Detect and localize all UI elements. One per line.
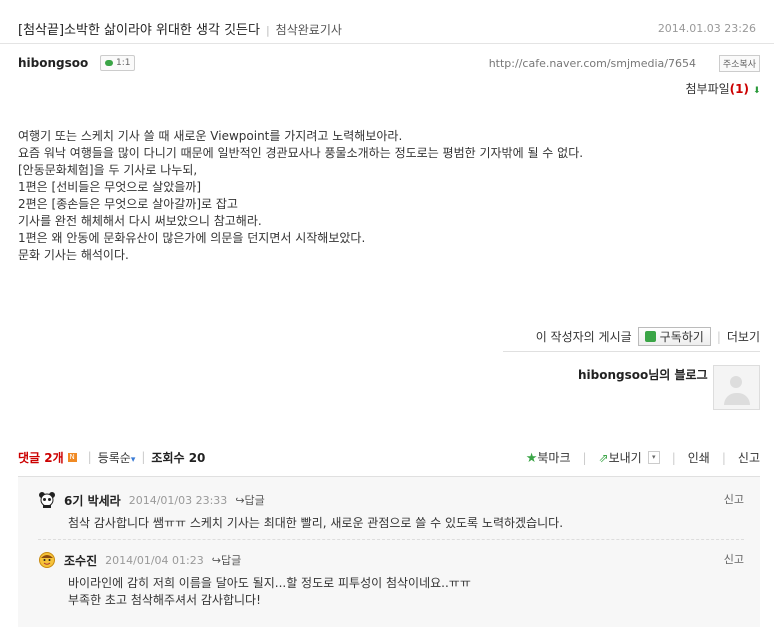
avatar[interactable] <box>713 365 760 410</box>
comment-line: 부족한 초고 첨삭해주셔서 감사합니다! <box>68 593 261 607</box>
view-count: 조회수 20 <box>151 450 206 465</box>
comment-count[interactable]: 댓글 2개 <box>18 449 64 466</box>
comment-header: 조수진 2014/01/04 01:23 ↪답글 <box>38 551 744 569</box>
subscribe-button[interactable]: 구독하기 <box>637 327 711 346</box>
divider <box>38 539 744 541</box>
post-body: 여행기 또는 스케치 기사 쓸 때 새로운 Viewpoint를 가지려고 노력… <box>18 128 583 264</box>
chat-badge[interactable]: 1:1 <box>100 55 136 71</box>
attachment-link[interactable]: 첨부파일(1) ⬇ <box>686 80 761 97</box>
writer-posts-label: 이 작성자의 게시글 <box>535 330 632 344</box>
print-button[interactable]: 인쇄 <box>688 449 710 466</box>
comment-toolbar: 댓글 2개 N | 등록순▾ | 조회수 20 ★북마크 | ⇗보내기 ▾ | … <box>18 447 760 467</box>
report-button[interactable]: 신고 <box>738 449 760 466</box>
post-category[interactable]: 첨삭완료기사 <box>276 23 342 37</box>
share-icon: ⇗ <box>598 451 609 465</box>
divider: | <box>87 450 92 464</box>
bookmark-button[interactable]: ★북마크 <box>526 449 571 466</box>
divider <box>0 43 774 44</box>
comment-line: 바이라인에 감히 저희 이름을 달아도 될지...할 정도로 피투성이 첨삭이네… <box>68 576 471 590</box>
comment-date: 2014/01/03 23:33 <box>128 493 228 507</box>
rss-icon <box>644 331 656 342</box>
comment-text: 바이라인에 감히 저희 이름을 달아도 될지...할 정도로 피투성이 첨삭이네… <box>68 575 744 609</box>
sort-dropdown[interactable]: 등록순▾ <box>98 449 136 466</box>
body-line: 요즘 워낙 여행들을 많이 다니기 때문에 일반적인 경관묘사나 풍물소개하는 … <box>18 146 584 160</box>
body-line: 1편은 [선비들은 무엇으로 살았을까] <box>18 180 202 194</box>
copy-url-button[interactable]: 주소복사 <box>718 55 760 72</box>
body-line: 기사를 완전 해체해서 다시 써보았으니 참고해라. <box>18 214 262 228</box>
writer-posts-bar: 이 작성자의 게시글 구독하기 | 더보기 <box>536 327 760 346</box>
send-dropdown-icon[interactable]: ▾ <box>647 451 660 464</box>
reply-link[interactable]: ↪답글 <box>235 492 264 508</box>
commenter-name[interactable]: 조수진 <box>64 552 97 569</box>
action-links: ★북마크 | ⇗보내기 ▾ | 인쇄 | 신고 <box>526 449 760 467</box>
divider: | <box>141 450 146 464</box>
post-title-row: [첨삭끝]소박한 삶이라야 위대한 생각 깃든다 | 첨삭완료기사 <box>18 19 342 38</box>
face-icon <box>39 552 55 568</box>
comment-text: 첨삭 감사합니다 쌤ㅠㅠ 스케치 기사는 최대한 빨리, 새로운 관점으로 쓸 … <box>68 516 564 530</box>
comment-date: 2014/01/04 01:23 <box>105 553 204 567</box>
body-line: [안동문화체험]을 두 기사로 나누되, <box>18 163 198 177</box>
body-line: 1편은 왜 안동에 문화유산이 많은가에 의문을 던지면서 시작해보았다. <box>18 231 366 245</box>
comment-report-link[interactable]: 신고 <box>724 491 744 507</box>
reply-link[interactable]: ↪답글 <box>212 552 241 568</box>
sort-label: 등록순 <box>97 450 131 465</box>
download-icon: ⬇ <box>753 86 761 96</box>
chat-bubble-icon <box>105 60 113 66</box>
title-divider: | <box>265 24 270 37</box>
subscribe-label: 구독하기 <box>659 330 704 344</box>
comment-header: 6기 박세라 2014/01/03 23:33 ↪답글 <box>38 491 744 509</box>
comment-item: 조수진 2014/01/04 01:23 ↪답글 신고 바이라인에 감히 저희 … <box>38 551 744 609</box>
send-label: 보내기 <box>608 451 642 465</box>
author-name[interactable]: hibongsoo <box>18 56 88 70</box>
divider: | <box>716 329 721 344</box>
more-link[interactable]: 더보기 <box>727 328 760 345</box>
post-date: 2014.01.03 23:26 <box>657 22 756 35</box>
avatar-body <box>723 393 750 405</box>
star-icon: ★ <box>525 451 538 466</box>
body-line: 2편은 [종손들은 무엇으로 살아갈까]로 잡고 <box>18 197 238 211</box>
post-url[interactable]: http://cafe.naver.com/smjmedia/7654 <box>489 57 696 70</box>
attachment-label: 첨부파일 <box>685 82 730 96</box>
comment-item: 6기 박세라 2014/01/03 23:33 ↪답글 신고 첨삭 감사합니다 … <box>38 491 744 532</box>
post-title: [첨삭끝]소박한 삶이라야 위대한 생각 깃든다 <box>18 23 260 38</box>
bookmark-label: 북마크 <box>537 451 571 465</box>
comment-list: 6기 박세라 2014/01/03 23:33 ↪답글 신고 첨삭 감사합니다 … <box>18 476 760 627</box>
body-line: 문화 기사는 해석이다. <box>18 248 129 262</box>
body-line: 여행기 또는 스케치 기사 쓸 때 새로운 Viewpoint를 가지려고 노력… <box>18 129 403 143</box>
comment-report-link[interactable]: 신고 <box>724 551 744 567</box>
blog-link[interactable]: hibongsoo님의 블로그 <box>578 366 708 383</box>
chat-badge-label: 1:1 <box>116 58 131 68</box>
divider: | <box>721 450 726 465</box>
divider <box>503 351 760 352</box>
avatar-head <box>730 376 742 388</box>
divider: | <box>671 450 676 465</box>
attachment-count: (1) <box>729 82 749 96</box>
send-button[interactable]: ⇗보내기 <box>599 449 642 466</box>
new-badge: N <box>67 452 77 462</box>
commenter-name[interactable]: 6기 박세라 <box>64 492 121 509</box>
divider: | <box>582 450 587 465</box>
panda-icon <box>39 492 55 508</box>
chevron-down-icon: ▾ <box>130 454 136 465</box>
